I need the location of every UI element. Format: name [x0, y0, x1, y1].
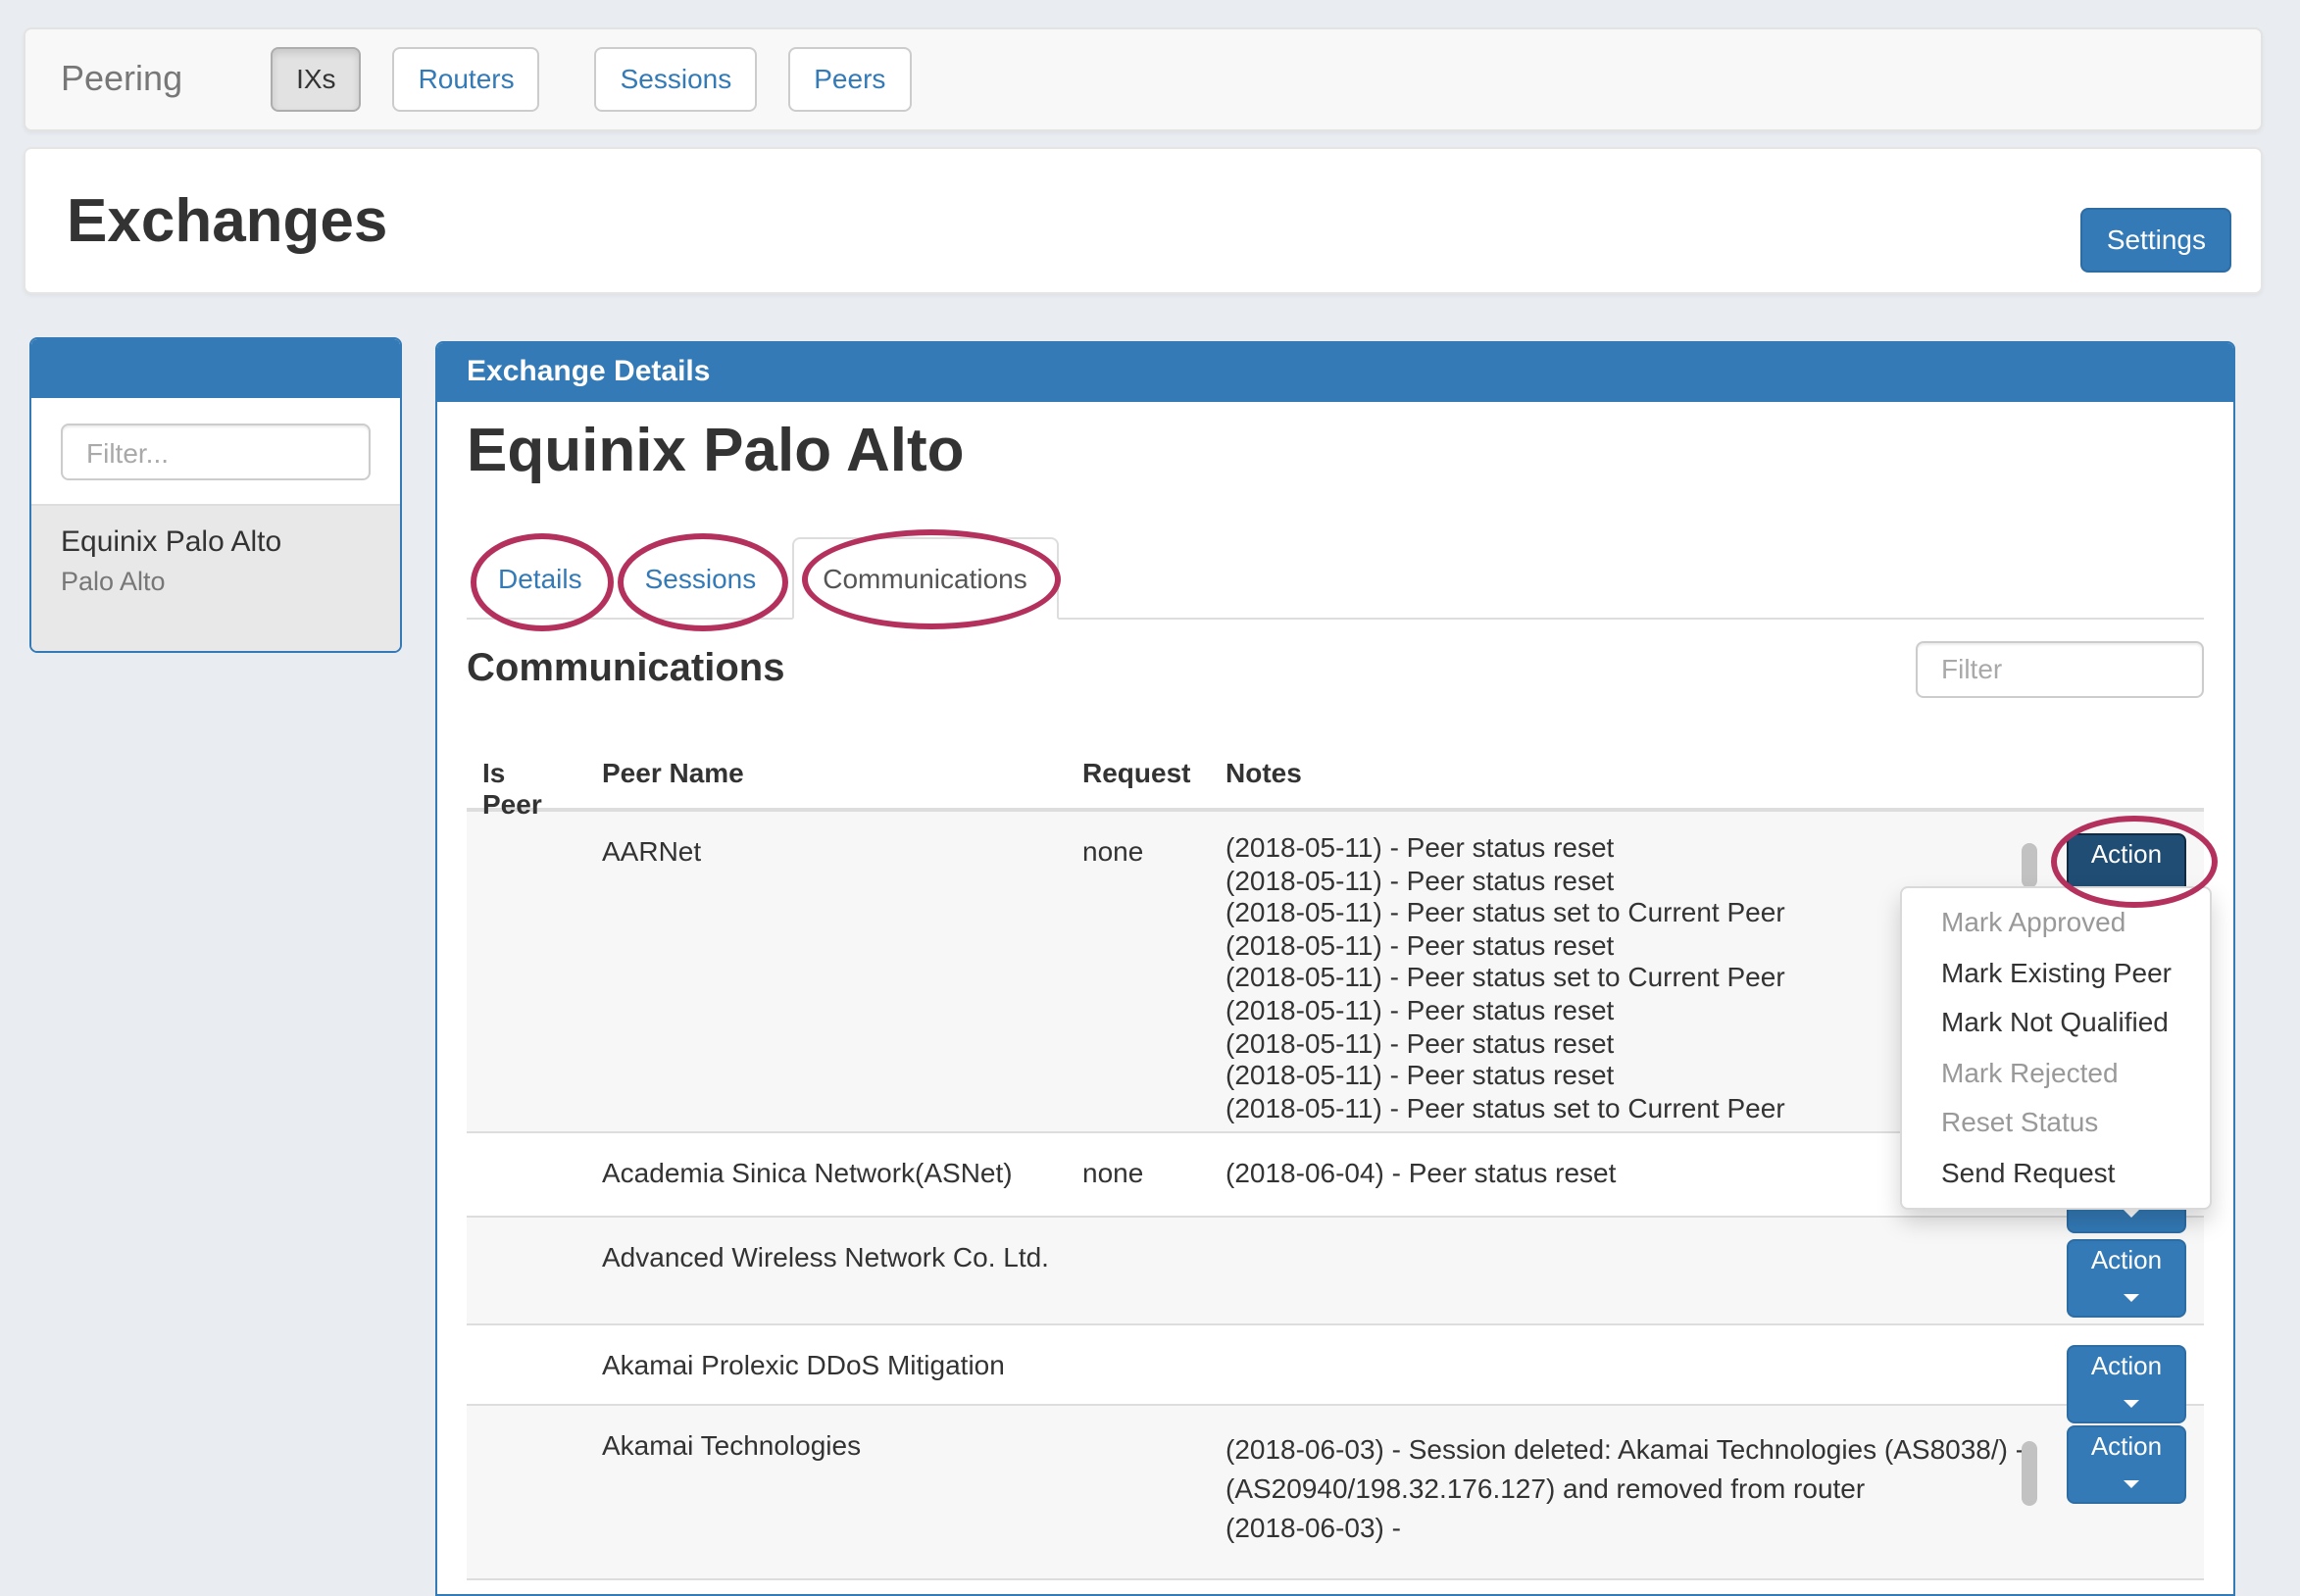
- exchange-list-panel: Equinix Palo Alto Palo Alto: [29, 337, 402, 653]
- column-header-request: Request: [1067, 757, 1210, 820]
- note-line: (2018-06-03) -: [1225, 1508, 2035, 1547]
- top-navbar: Peering IXs Routers Sessions Peers: [24, 27, 2263, 131]
- cell-request: [1067, 1218, 1210, 1323]
- nav-button-sessions[interactable]: Sessions: [595, 47, 758, 112]
- exchange-name: Equinix Palo Alto: [61, 525, 371, 559]
- page: Peering IXs Routers Sessions Peers Excha…: [0, 0, 2300, 1529]
- cell-request: none: [1067, 812, 1210, 1131]
- cell-request: [1067, 1406, 1210, 1578]
- caret-down-icon: [2124, 1294, 2139, 1302]
- nav-button-routers[interactable]: Routers: [393, 47, 540, 112]
- exchange-list-item-equinix-palo-alto[interactable]: Equinix Palo Alto Palo Alto: [31, 504, 400, 653]
- notes-scrollbar-thumb[interactable]: [2022, 1441, 2037, 1506]
- note-line: (2018-06-03) - Session deleted: Akamai T…: [1225, 1429, 2035, 1469]
- cell-notes: [1210, 1218, 2051, 1323]
- caret-down-icon: [2124, 1480, 2139, 1488]
- tab-communications[interactable]: Communications: [791, 537, 1059, 620]
- page-header: Exchanges Settings: [24, 147, 2263, 294]
- action-dropdown-menu: Mark ApprovedMark Existing PeerMark Not …: [1900, 886, 2212, 1210]
- column-header-actions: [2051, 757, 2204, 820]
- table-row: Akamai Prolexic DDoS MitigationAction: [467, 1325, 2204, 1406]
- exchange-filter-input[interactable]: [61, 424, 371, 480]
- action-button[interactable]: Action: [2067, 1239, 2186, 1318]
- cell-is-peer: [467, 812, 586, 1131]
- communications-filter-input[interactable]: [1916, 640, 2204, 697]
- cell-notes: (2018-06-03) - Session deleted: Akamai T…: [1210, 1406, 2051, 1578]
- table-header-row: Is Peer Peer Name Request Notes: [467, 757, 2204, 812]
- menu-item-mark-rejected: Mark Rejected: [1902, 1048, 2210, 1098]
- menu-item-mark-approved: Mark Approved: [1902, 898, 2210, 948]
- nav-button-ixs[interactable]: IXs: [271, 47, 361, 112]
- menu-item-reset-status: Reset Status: [1902, 1098, 2210, 1148]
- menu-item-mark-existing-peer[interactable]: Mark Existing Peer: [1902, 948, 2210, 998]
- table-row: Akamai Technologies (2018-06-03) - Sessio…: [467, 1406, 2204, 1580]
- caret-down-icon: [2124, 1210, 2139, 1218]
- tab-details[interactable]: Details: [467, 537, 614, 620]
- settings-button[interactable]: Settings: [2081, 208, 2231, 273]
- cell-actions: Action: [2051, 1218, 2204, 1323]
- cell-actions: Action: [2051, 1406, 2204, 1578]
- cell-peer-name: AARNet: [586, 812, 1067, 1131]
- table-row: Advanced Wireless Network Co. Ltd. Action: [467, 1218, 2204, 1325]
- note-line: (AS20940/198.32.176.127) and removed fro…: [1225, 1469, 2035, 1508]
- note-line: (2018-05-11) - Peer status reset: [1225, 831, 2035, 864]
- exchange-list-panel-header: [31, 339, 400, 398]
- notes-scrollbar-thumb[interactable]: [2022, 843, 2037, 888]
- cell-is-peer: [467, 1406, 586, 1578]
- menu-item-send-request[interactable]: Send Request: [1902, 1148, 2210, 1198]
- brand-peering: Peering: [31, 59, 212, 100]
- cell-peer-name: Akamai Technologies: [586, 1406, 1067, 1578]
- tab-sessions[interactable]: Sessions: [614, 537, 788, 620]
- exchange-title: Equinix Palo Alto: [467, 414, 2204, 488]
- communications-header-row: Communications: [467, 639, 2204, 698]
- panel-heading: Exchange Details: [437, 343, 2233, 402]
- exchange-list-body: Equinix Palo Alto Palo Alto: [31, 398, 400, 653]
- column-header-is-peer: Is Peer: [467, 757, 586, 820]
- cell-peer-name: Advanced Wireless Network Co. Ltd.: [586, 1218, 1067, 1323]
- column-header-notes: Notes: [1210, 757, 2051, 820]
- nav-button-peers[interactable]: Peers: [788, 47, 911, 112]
- cell-is-peer: [467, 1218, 586, 1323]
- menu-item-mark-not-qualified[interactable]: Mark Not Qualified: [1902, 998, 2210, 1048]
- column-header-peer-name: Peer Name: [586, 757, 1067, 820]
- communications-title: Communications: [467, 646, 785, 691]
- exchange-city: Palo Alto: [61, 567, 371, 596]
- action-button[interactable]: Action: [2067, 1425, 2186, 1504]
- page-title: Exchanges: [67, 185, 387, 256]
- tab-bar: Details Sessions Communications: [467, 531, 2204, 620]
